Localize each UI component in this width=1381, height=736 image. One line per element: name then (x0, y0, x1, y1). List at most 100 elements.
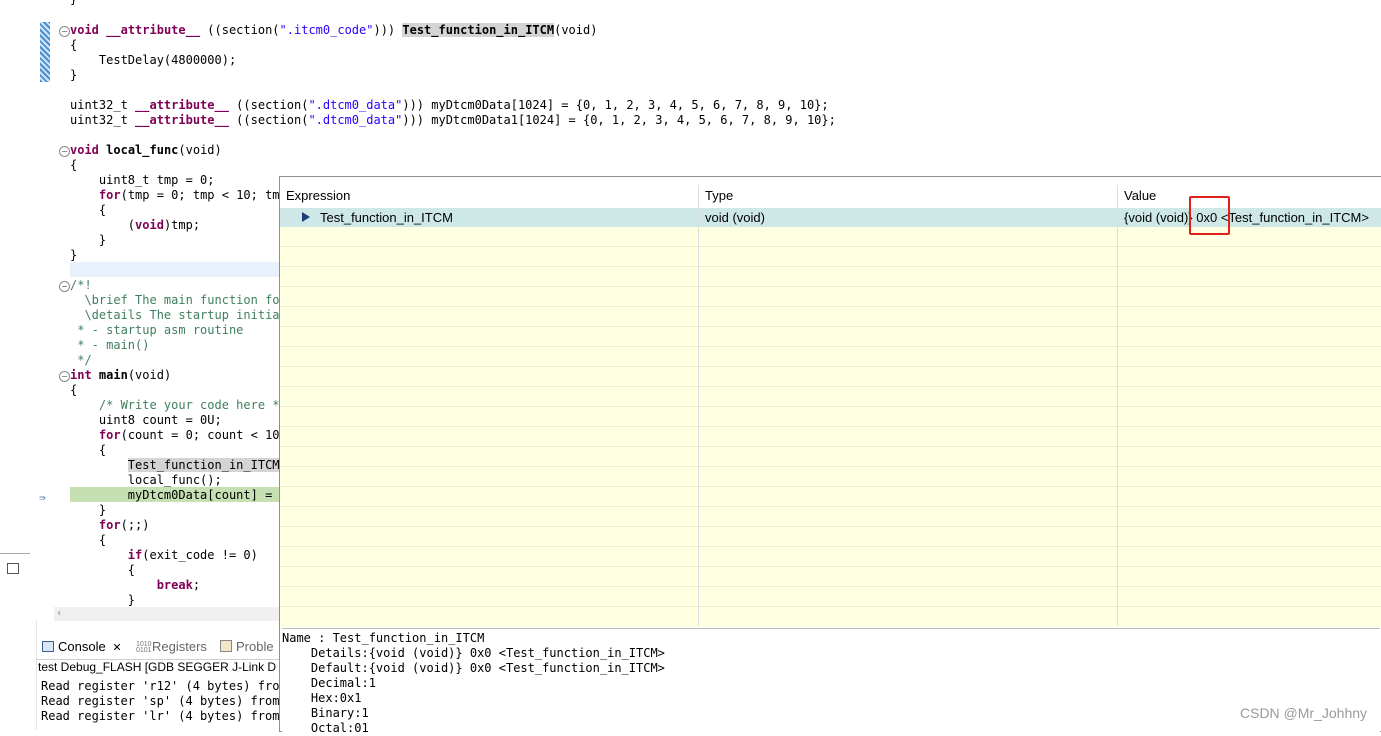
code-line: for(tmp = 0; tmp < 10; tmp (98, 188, 287, 202)
close-icon[interactable]: ✕ (112, 642, 121, 654)
tab-console[interactable]: Console ✕ (42, 638, 122, 656)
column-separator[interactable] (698, 185, 699, 626)
current-line-highlight (70, 262, 290, 277)
row-divider (280, 486, 1381, 487)
restore-view-icon[interactable] (7, 563, 19, 574)
code-line: { (70, 158, 78, 172)
code-line: { (127, 563, 136, 577)
bottom-tab-bar: Console ✕ 1010 0101Registers Proble (36, 633, 281, 660)
code-line: } (70, 68, 78, 82)
code-line: for(count = 0; count < 10; (98, 428, 287, 442)
tab-problems[interactable]: Proble (220, 638, 274, 656)
code-line: } (70, 0, 77, 7)
row-divider (280, 566, 1381, 567)
fold-icon[interactable]: − (59, 281, 70, 292)
column-header-value[interactable]: Value (1124, 188, 1156, 203)
console-line: Read register 'r12' (4 bytes) from (41, 679, 287, 693)
row-divider (280, 606, 1381, 607)
code-line: void __attribute__ ((section(".itcm0_cod… (70, 23, 598, 37)
detail-line: Default:{void (void)} 0x0 <Test_function… (282, 661, 665, 675)
comment-line: */ (70, 353, 92, 367)
console-line: Read register 'sp' (4 bytes) from (41, 694, 280, 708)
row-divider (280, 586, 1381, 587)
left-gutter (0, 0, 37, 730)
registers-icon: 1010 0101 (136, 641, 152, 654)
code-line: uint32_t __attribute__ ((section(".dtcm0… (70, 113, 836, 127)
code-line: { (70, 383, 78, 397)
code-line: uint32_t __attribute__ ((section(".dtcm0… (70, 98, 829, 112)
side-divider (0, 553, 30, 554)
code-line: int main(void) (70, 368, 172, 382)
code-line: Test_function_in_ITCM( (127, 458, 287, 472)
code-line: { (70, 38, 78, 52)
row-divider (280, 406, 1381, 407)
row-divider (280, 446, 1381, 447)
row-divider (280, 386, 1381, 387)
code-line: myDtcm0Data[count] = m (127, 488, 287, 502)
detail-line: Name : Test_function_in_ITCM (282, 631, 485, 645)
problems-icon (220, 640, 232, 652)
expression-grid: Expression Type Value Test_function_in_I… (280, 177, 1381, 627)
detail-line: Details:{void (void)} 0x0 <Test_function… (282, 646, 665, 660)
code-line: /* Write your code here */ (98, 398, 287, 412)
row-divider (280, 546, 1381, 547)
row-divider (280, 306, 1381, 307)
change-marker (40, 22, 50, 82)
detail-line: Hex:0x1 (282, 691, 362, 705)
details-pane[interactable]: Name : Test_function_in_ITCM Details:{vo… (282, 628, 1380, 735)
detail-line: Octal:01 (282, 721, 369, 735)
row-divider (280, 526, 1381, 527)
comment-line: \brief The main function for (70, 293, 287, 307)
code-line: } (127, 593, 136, 607)
code-line: uint8_t tmp = 0; (98, 173, 215, 187)
detail-line: Binary:1 (282, 706, 369, 720)
row-divider (280, 506, 1381, 507)
row-divider (280, 246, 1381, 247)
code-line: (void)tmp; (70, 218, 201, 232)
code-line: for(;;) (98, 518, 150, 532)
row-divider (280, 466, 1381, 467)
code-line: } (98, 503, 107, 517)
editor-ruler (36, 0, 54, 620)
row-divider (280, 266, 1381, 267)
horizontal-scrollbar[interactable]: ‹ (54, 607, 280, 621)
console-icon (42, 641, 54, 652)
code-line: if(exit_code != 0) (127, 548, 258, 562)
fold-icon[interactable]: − (59, 146, 70, 157)
detail-line: Decimal:1 (282, 676, 376, 690)
annotation-highlight-box (1189, 196, 1230, 235)
fold-icon[interactable]: − (59, 371, 70, 382)
code-line: { (98, 203, 107, 217)
debug-arrow-icon: ⇛ (39, 491, 46, 504)
watermark: CSDN @Mr_Johhny (1240, 705, 1368, 721)
code-line: { (98, 533, 107, 547)
code-line: local_func(); (127, 473, 222, 487)
code-line: void local_func(void) (70, 143, 222, 157)
console-launch-title: test Debug_FLASH [GDB SEGGER J-Link D (38, 660, 277, 674)
code-line: break; (156, 578, 201, 592)
cell-expression[interactable]: Test_function_in_ITCM (320, 210, 453, 225)
row-divider (280, 366, 1381, 367)
code-line: TestDelay(4800000); (98, 53, 237, 67)
cell-type[interactable]: void (void) (705, 210, 765, 225)
row-divider (280, 426, 1381, 427)
column-header-expression[interactable]: Expression (286, 188, 350, 203)
tab-registers[interactable]: 1010 0101Registers (136, 638, 207, 656)
expression-hover-popup[interactable]: Expression Type Value Test_function_in_I… (279, 176, 1381, 735)
code-line: { (98, 443, 107, 457)
row-divider (280, 286, 1381, 287)
fold-icon[interactable]: − (59, 26, 70, 37)
cell-value[interactable]: {void (void)} 0x0 <Test_function_in_ITCM… (1124, 210, 1369, 225)
column-header-type[interactable]: Type (705, 188, 733, 203)
code-line: } (70, 248, 78, 262)
column-separator[interactable] (1117, 185, 1118, 626)
expression-arrow-icon (302, 212, 310, 222)
console-line: Read register 'lr' (4 bytes) from (41, 709, 280, 723)
code-line: uint8 count = 0U; (98, 413, 222, 427)
comment-line: * - main() (70, 338, 150, 352)
comment-line: * - startup asm routine (70, 323, 244, 337)
comment-line: \details The startup initial (70, 308, 287, 322)
row-divider (280, 326, 1381, 327)
row-divider (280, 346, 1381, 347)
comment-line: /*! (70, 278, 92, 292)
